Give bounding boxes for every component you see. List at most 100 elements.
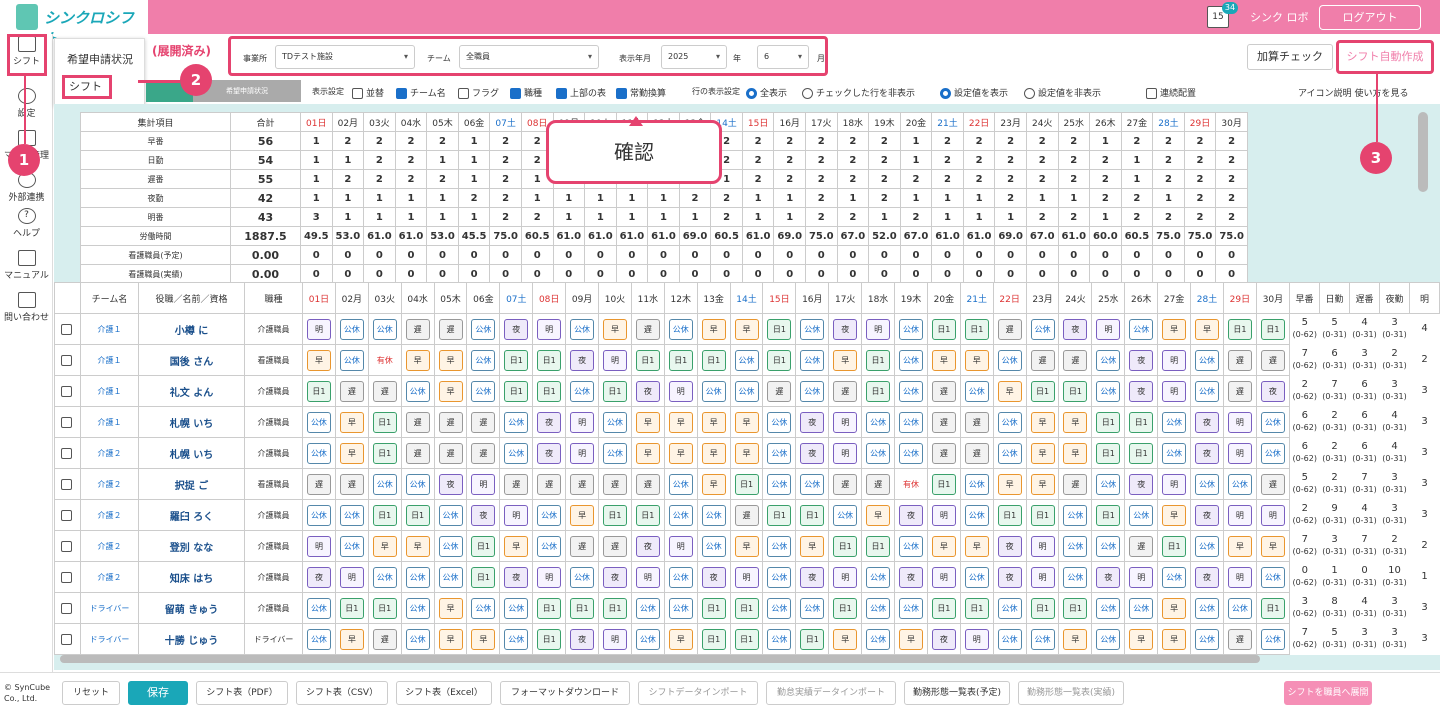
shift-cell[interactable]: 日1: [926, 313, 961, 345]
plan-list-button[interactable]: 勤務形態一覧表(予定): [904, 681, 1010, 705]
shift-cell[interactable]: 公休: [762, 406, 797, 438]
row-checkbox[interactable]: [54, 499, 81, 531]
shift-cell[interactable]: 公休: [1058, 499, 1093, 531]
shift-cell[interactable]: 早: [1025, 468, 1060, 500]
staff-name[interactable]: 羅臼 ろく: [138, 499, 245, 531]
shift-cell[interactable]: 日1: [696, 344, 731, 376]
serial-checkbox[interactable]: 連続配置: [1146, 86, 1196, 99]
shift-cell[interactable]: 遅: [1124, 530, 1159, 562]
row-checkbox[interactable]: [54, 344, 81, 376]
shift-cell[interactable]: 早: [992, 375, 1027, 407]
logout-button[interactable]: ログアウト: [1319, 5, 1421, 30]
shift-cell[interactable]: 早: [1025, 437, 1060, 469]
shift-cell[interactable]: 日1: [959, 592, 994, 624]
shift-cell[interactable]: 公休: [795, 313, 830, 345]
shift-cell[interactable]: 公休: [1091, 375, 1126, 407]
row-checkbox[interactable]: [54, 530, 81, 562]
shift-cell[interactable]: 公休: [630, 592, 665, 624]
shift-cell[interactable]: 公休: [499, 623, 534, 655]
shift-cell[interactable]: 遅: [959, 437, 994, 469]
shift-cell[interactable]: 早: [1255, 530, 1291, 562]
flag-checkbox[interactable]: フラグ: [458, 86, 499, 99]
shift-cell[interactable]: 公休: [894, 375, 928, 407]
shift-cell[interactable]: 早: [828, 623, 863, 655]
shift-cell[interactable]: 遅: [466, 406, 501, 438]
shift-cell[interactable]: 公休: [400, 592, 435, 624]
shift-cell[interactable]: 公休: [334, 530, 369, 562]
shift-cell[interactable]: 夜: [532, 437, 567, 469]
vertical-scrollbar[interactable]: [1418, 112, 1428, 192]
shift-cell[interactable]: 公休: [367, 313, 402, 345]
shift-cell[interactable]: 早: [1124, 623, 1159, 655]
shift-cell[interactable]: 早: [729, 437, 764, 469]
shift-cell[interactable]: 明: [598, 344, 632, 376]
shift-cell[interactable]: 早: [861, 499, 896, 531]
shift-cell[interactable]: 公休: [663, 499, 698, 531]
shift-cell[interactable]: 早: [466, 623, 501, 655]
staff-name[interactable]: 国後 さん: [138, 344, 245, 376]
shift-cell[interactable]: 公休: [894, 592, 928, 624]
fte-checkbox[interactable]: 常勤換算: [616, 86, 666, 99]
shift-cell[interactable]: 遅: [367, 375, 402, 407]
shift-cell[interactable]: 遅: [433, 313, 468, 345]
shift-cell[interactable]: 早: [598, 313, 632, 345]
staff-name[interactable]: 礼文 よん: [138, 375, 245, 407]
shift-cell[interactable]: 明: [1222, 561, 1257, 593]
shift-cell[interactable]: 日1: [762, 344, 797, 376]
shift-cell[interactable]: 公休: [959, 468, 994, 500]
shift-cell[interactable]: 早: [894, 623, 928, 655]
shift-cell[interactable]: 早: [696, 313, 731, 345]
shift-cell[interactable]: 夜: [1091, 561, 1126, 593]
shift-cell[interactable]: 日1: [959, 313, 994, 345]
shift-cell[interactable]: 早: [1190, 313, 1224, 345]
shift-cell[interactable]: 公休: [696, 530, 731, 562]
sidebar-item-manual[interactable]: マニュアル: [0, 250, 53, 281]
hide-checked-radio[interactable]: チェックした行を非表示: [802, 86, 915, 99]
shift-cell[interactable]: 日1: [1091, 499, 1126, 531]
shift-cell[interactable]: 日1: [367, 406, 402, 438]
shift-cell[interactable]: 早: [1157, 499, 1192, 531]
show-value-radio[interactable]: 設定値を表示: [940, 86, 1008, 99]
shift-cell[interactable]: 早: [696, 437, 731, 469]
shift-cell[interactable]: 公休: [1222, 592, 1257, 624]
shift-cell[interactable]: 公休: [1025, 313, 1060, 345]
shift-cell[interactable]: 公休: [1091, 530, 1126, 562]
shift-cell[interactable]: 明: [565, 437, 600, 469]
shift-cell[interactable]: 公休: [992, 406, 1027, 438]
shift-cell[interactable]: 夜: [926, 623, 961, 655]
shift-cell[interactable]: 日1: [532, 375, 567, 407]
shift-cell[interactable]: 夜: [992, 530, 1027, 562]
shift-cell[interactable]: 遅: [400, 313, 435, 345]
deploy-to-staff-button[interactable]: シフトを職員へ展開: [1284, 681, 1372, 705]
shift-cell[interactable]: 日1: [926, 468, 961, 500]
shift-cell[interactable]: 明: [861, 313, 896, 345]
shift-cell[interactable]: 公休: [1190, 623, 1224, 655]
shift-cell[interactable]: 公休: [861, 406, 896, 438]
shift-cell[interactable]: 明: [565, 406, 600, 438]
shift-cell[interactable]: 公休: [1091, 344, 1126, 376]
staff-name[interactable]: 留萌 きゅう: [138, 592, 245, 624]
shift-cell[interactable]: 夜: [499, 561, 534, 593]
shift-cell[interactable]: 公休: [828, 499, 863, 531]
shift-cell[interactable]: 早: [334, 437, 369, 469]
shift-cell[interactable]: 夜: [894, 499, 928, 531]
shift-cell[interactable]: 夜: [1255, 375, 1291, 407]
shift-cell[interactable]: 日1: [1025, 592, 1060, 624]
shift-cell[interactable]: 日1: [992, 499, 1027, 531]
menu-item-requests[interactable]: 希望申請状況: [67, 51, 133, 67]
shift-cell[interactable]: 早: [1157, 623, 1192, 655]
shift-cell[interactable]: 公休: [499, 406, 534, 438]
shift-cell[interactable]: 日1: [696, 592, 731, 624]
shift-cell[interactable]: 早: [663, 623, 698, 655]
shift-cell[interactable]: 早: [400, 344, 435, 376]
shift-cell[interactable]: 公休: [959, 375, 994, 407]
shift-cell[interactable]: 有休: [894, 468, 928, 500]
shift-cell[interactable]: 遅: [532, 468, 567, 500]
shift-cell[interactable]: 公休: [1190, 344, 1224, 376]
shift-cell[interactable]: 早: [1058, 623, 1093, 655]
shift-cell[interactable]: 公休: [302, 437, 336, 469]
shift-cell[interactable]: 早: [926, 530, 961, 562]
auto-create-button[interactable]: シフト自動作成: [1336, 40, 1434, 74]
shift-cell[interactable]: 遅: [598, 530, 632, 562]
shift-cell[interactable]: 遅: [828, 468, 863, 500]
